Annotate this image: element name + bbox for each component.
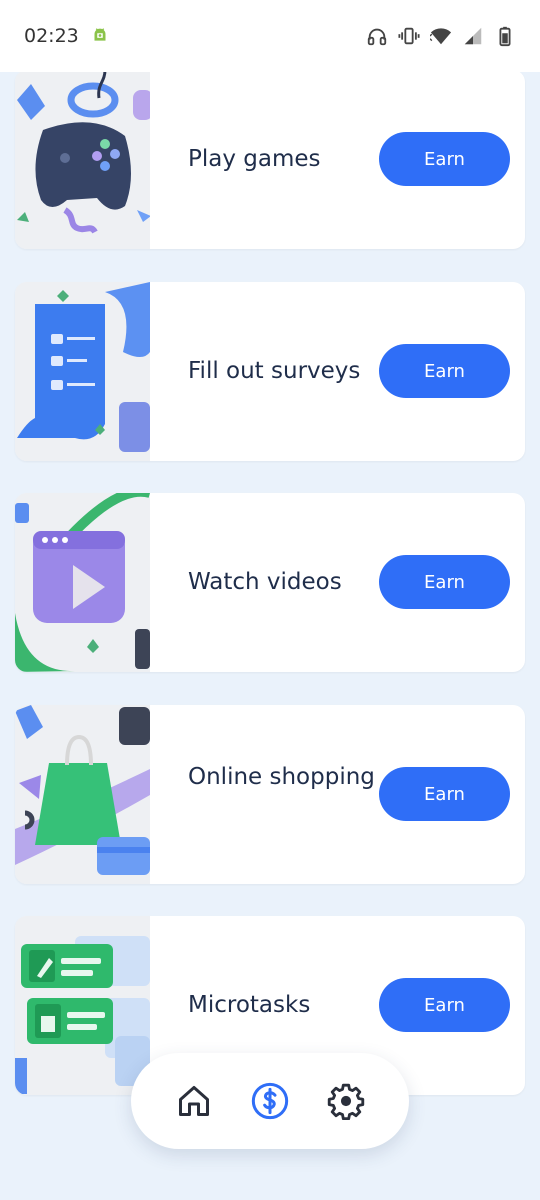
dollar-icon	[251, 1082, 289, 1120]
signal-icon	[464, 27, 482, 45]
earn-button-online-shopping[interactable]: Earn	[379, 767, 510, 821]
home-icon	[179, 1086, 209, 1116]
nav-home[interactable]	[174, 1081, 214, 1121]
earn-button-watch-videos[interactable]: Earn	[379, 555, 510, 609]
earn-button-play-games[interactable]: Earn	[379, 132, 510, 186]
task-card-online-shopping[interactable]: Online shopping Earn	[15, 705, 525, 884]
task-card-fill-out-surveys[interactable]: Fill out surveys Earn	[15, 282, 525, 461]
status-time: 02:23	[24, 25, 79, 47]
wifi-icon	[430, 28, 452, 45]
task-card-watch-videos[interactable]: Watch videos Earn	[15, 493, 525, 672]
survey-illustration	[15, 282, 150, 461]
task-label: Play games	[188, 146, 321, 172]
task-card-play-games[interactable]: Play games Earn	[15, 70, 525, 249]
android-debug-icon	[94, 28, 106, 41]
gamepad-illustration	[15, 70, 150, 249]
battery-icon	[499, 26, 511, 47]
earn-button-microtasks[interactable]: Earn	[379, 978, 510, 1032]
task-label: Watch videos	[188, 569, 342, 595]
task-label: Online shopping	[188, 764, 375, 790]
nav-earn[interactable]	[250, 1081, 290, 1121]
earn-button-fill-out-surveys[interactable]: Earn	[379, 344, 510, 398]
gear-icon	[327, 1083, 365, 1120]
vibrate-icon	[398, 27, 420, 45]
bottom-nav	[131, 1053, 409, 1149]
headphones-icon	[367, 28, 387, 46]
microtasks-illustration	[15, 916, 150, 1095]
nav-settings[interactable]	[326, 1081, 366, 1121]
video-illustration	[15, 493, 150, 672]
shopping-illustration	[15, 705, 150, 884]
task-label: Microtasks	[188, 992, 311, 1018]
status-bar: 02:23	[0, 0, 540, 72]
task-label: Fill out surveys	[188, 358, 361, 384]
